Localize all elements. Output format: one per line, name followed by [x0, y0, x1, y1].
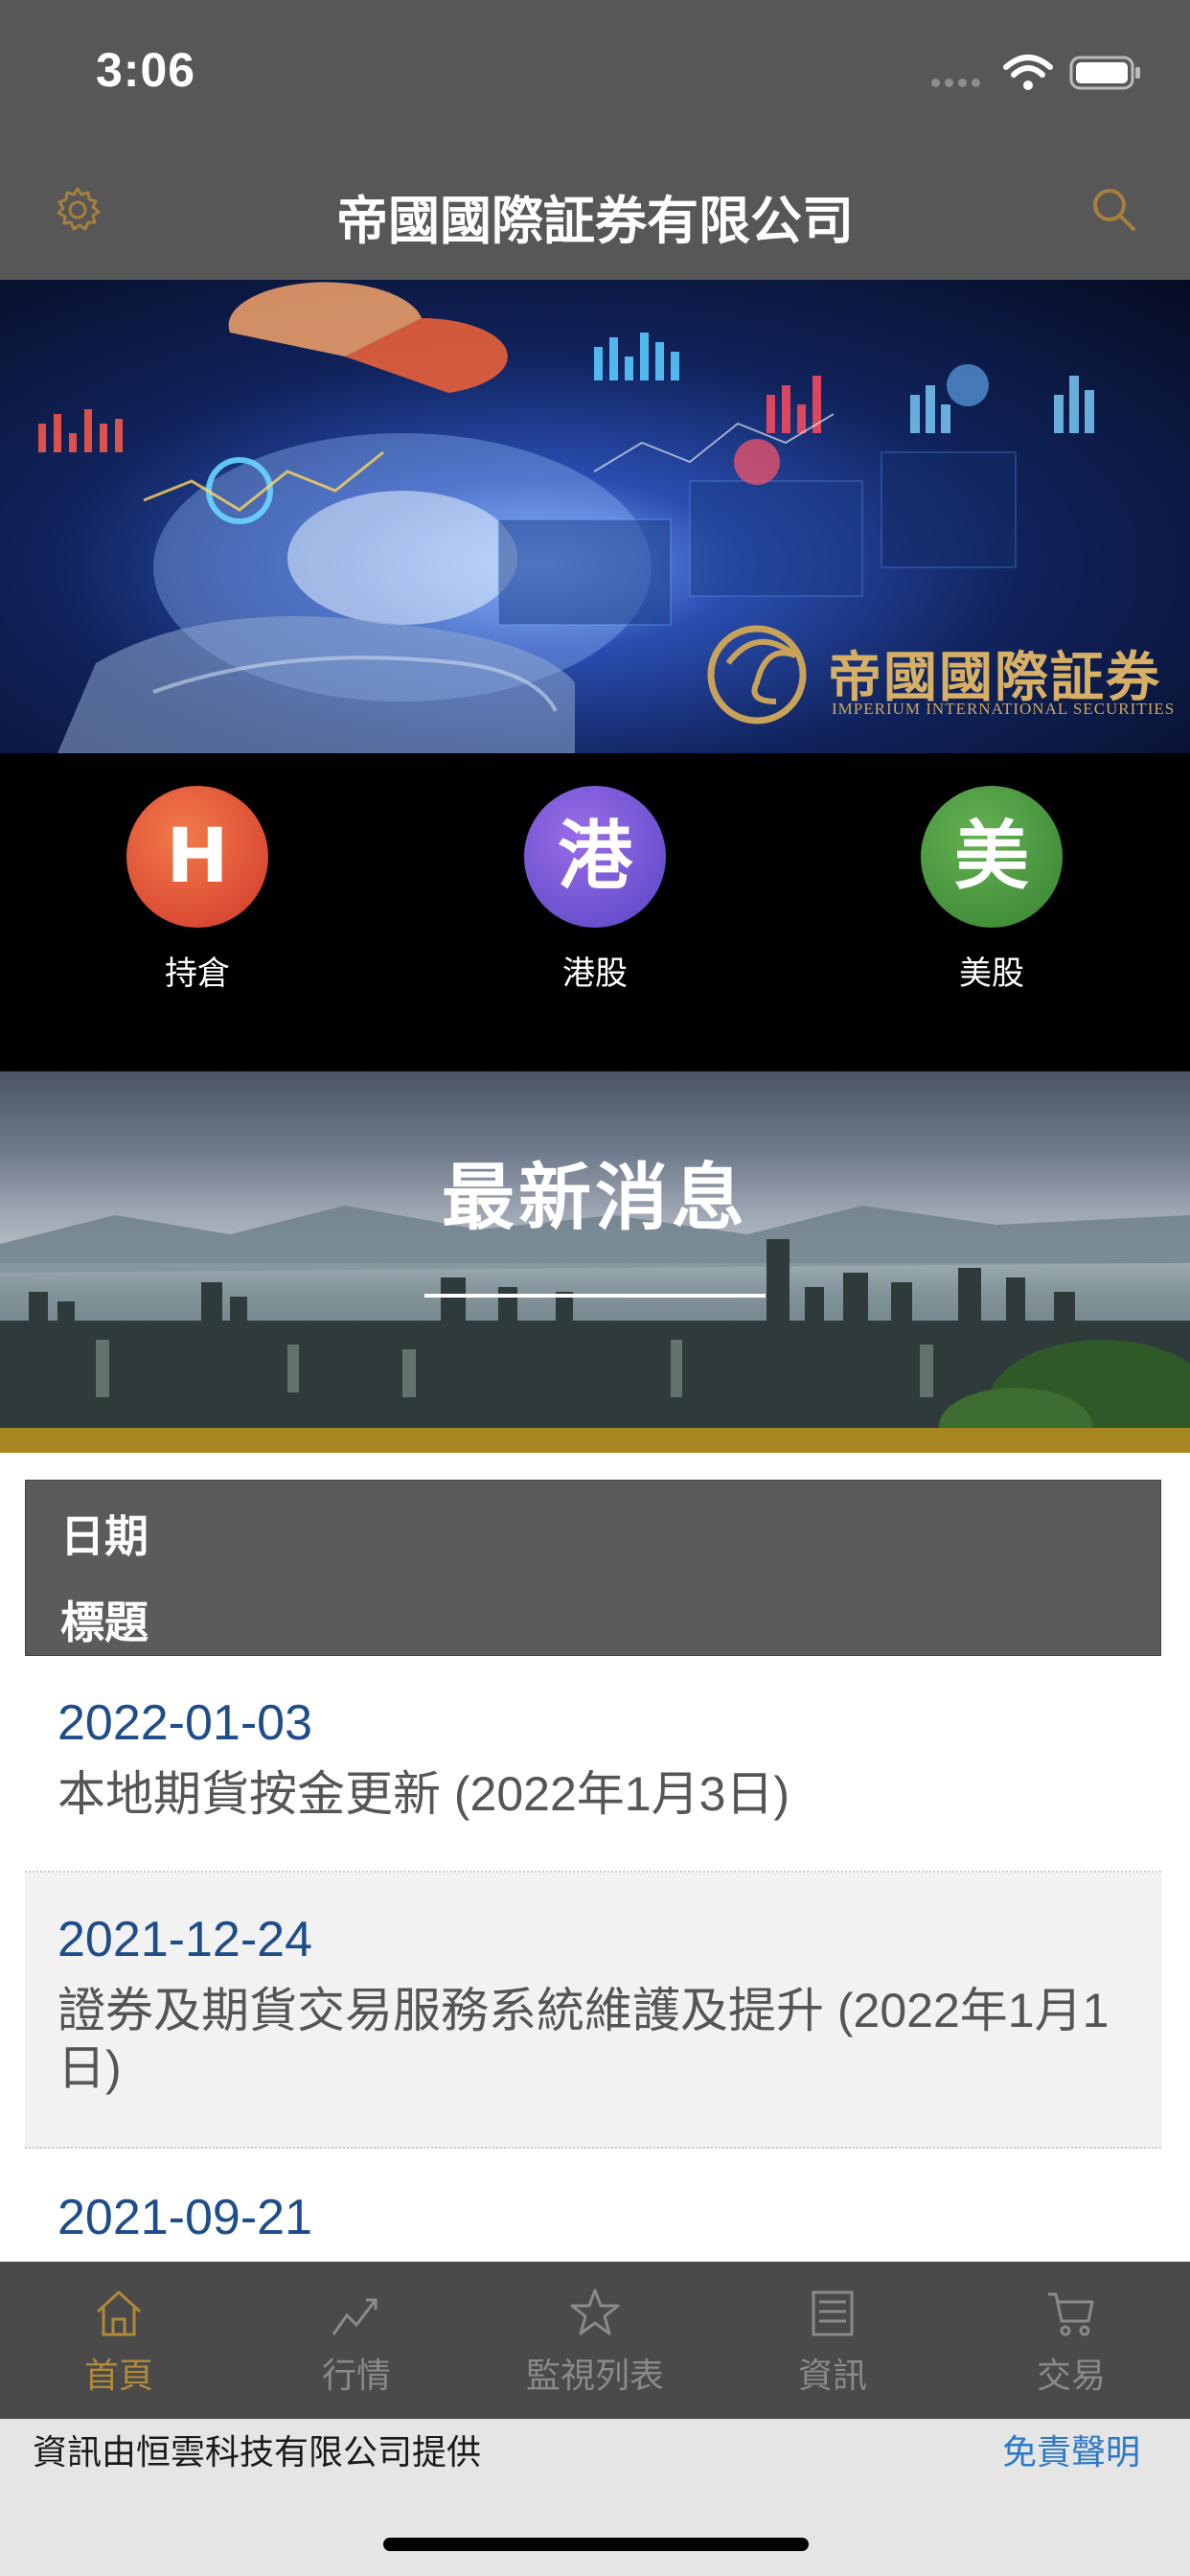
quick-link-label: 港股: [562, 954, 628, 993]
status-time: 3:06: [96, 43, 196, 97]
holdings-icon: H: [126, 786, 268, 928]
quick-link-label: 持倉: [165, 954, 230, 993]
cellular-signal-icon: [931, 79, 989, 88]
disclaimer-link[interactable]: 免責聲明: [1002, 2425, 1140, 2474]
news-title-underline: [424, 1294, 766, 1298]
news-item[interactable]: 2022-01-03 本地期貨按金更新 (2022年1月3日): [25, 1656, 1161, 1873]
news-item-date: 2022-01-03: [57, 1695, 312, 1751]
news-icon: [812, 2290, 854, 2336]
hk-stocks-icon: 港: [524, 786, 666, 928]
footer: 資訊由恒雲科技有限公司提供 免責聲明: [0, 2419, 1190, 2576]
header-date: 日期: [60, 1510, 149, 1562]
battery-icon: [1069, 56, 1140, 90]
hero-banner: 帝國國際証券 IMPERIUM INTERNATIONAL SECURITIES: [0, 280, 1190, 753]
news-item-date: 2021-12-24: [57, 1912, 312, 1967]
tab-quotes[interactable]: 行情: [238, 2287, 475, 2402]
search-icon[interactable]: [1088, 184, 1138, 234]
quick-links: H 持倉 港 港股 美 美股: [0, 753, 1190, 1071]
wifi-icon: [1003, 55, 1053, 90]
hero-brand-english: IMPERIUM INTERNATIONAL SECURITIES: [832, 700, 1176, 718]
news-list-header: 日期 標題: [25, 1480, 1161, 1656]
tab-bar: 首頁 行情 監視列表 資訊 交易: [0, 2262, 1190, 2419]
tab-label: 資訊: [797, 2357, 867, 2396]
quick-link-holdings[interactable]: H 持倉: [82, 786, 312, 1016]
star-icon: [570, 2288, 620, 2335]
tab-trade[interactable]: 交易: [952, 2287, 1190, 2402]
news-item-date: 2021-09-21: [57, 2190, 312, 2245]
tab-label: 交易: [1036, 2357, 1106, 2396]
news-item-title: 證券及期貨交易服務系統維護及提升 (2022年1月1日): [57, 1984, 1110, 2095]
news-item[interactable]: 2021-09-21: [25, 2149, 1161, 2264]
news-banner-title: 最新消息: [442, 1155, 748, 1240]
quick-link-hk-stocks[interactable]: 港 港股: [480, 786, 710, 1016]
gold-divider: [0, 1428, 1190, 1453]
page-title: 帝國國際証券有限公司: [336, 191, 854, 251]
tab-label: 監視列表: [525, 2357, 664, 2396]
data-provider-text: 資訊由恒雲科技有限公司提供: [33, 2433, 482, 2472]
home-indicator[interactable]: [383, 2538, 809, 2551]
quick-link-us-stocks[interactable]: 美 美股: [877, 786, 1107, 1016]
us-stocks-icon: 美: [921, 786, 1063, 928]
tab-label: 首頁: [83, 2357, 153, 2396]
header-title: 標題: [60, 1597, 149, 1648]
news-banner: 最新消息: [0, 1071, 1190, 1428]
news-item[interactable]: 2021-12-24 證券及期貨交易服務系統維護及提升 (2022年1月1日): [25, 1873, 1161, 2149]
tab-home[interactable]: 首頁: [0, 2287, 238, 2402]
news-item-title: 本地期貨按金更新 (2022年1月3日): [57, 1767, 790, 1821]
tab-label: 行情: [321, 2357, 391, 2396]
tab-info[interactable]: 資訊: [714, 2287, 951, 2402]
quick-link-label: 美股: [959, 954, 1024, 993]
chart-icon: [332, 2298, 378, 2335]
top-bar: 3:06 帝國國際証券有限公司: [0, 0, 1190, 280]
home-icon: [96, 2290, 142, 2336]
tab-watchlist[interactable]: 監視列表: [476, 2287, 714, 2402]
cart-icon: [1048, 2292, 1094, 2336]
